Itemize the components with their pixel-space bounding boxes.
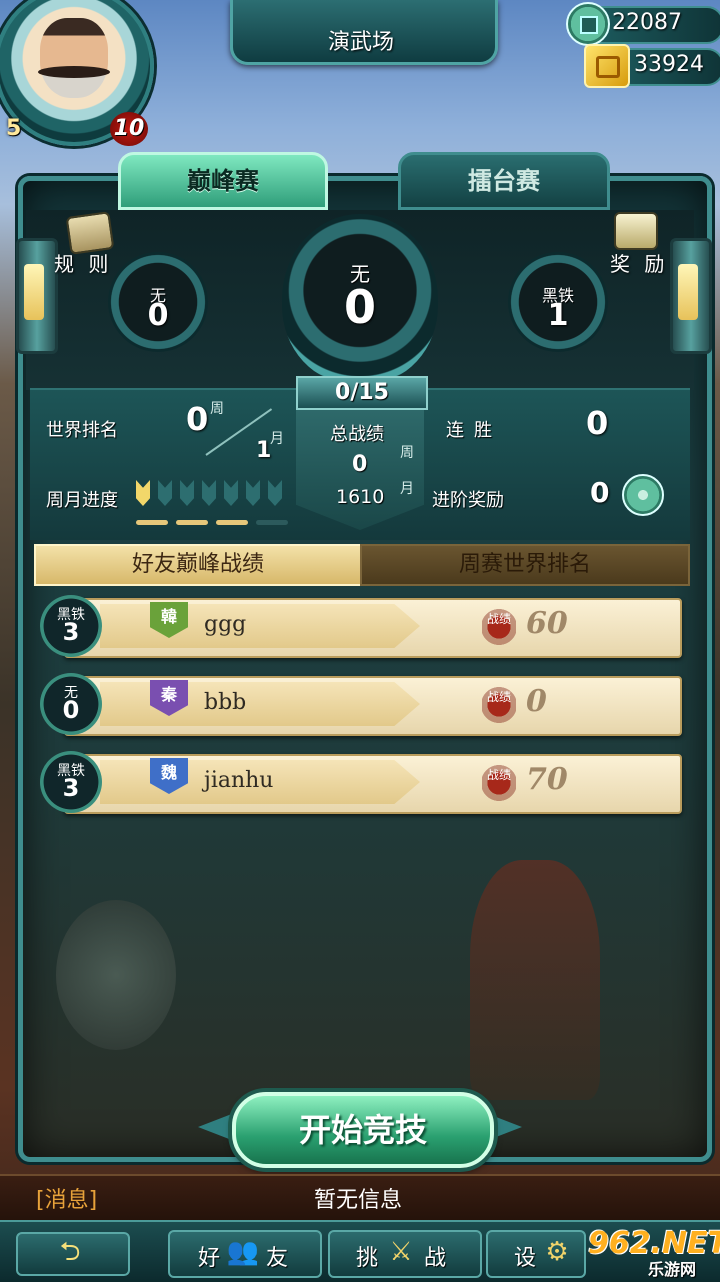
back-arrow-icon[interactable]: ⮌ — [30, 1238, 110, 1266]
progress-bar-segment — [216, 520, 248, 525]
avatar-portrait — [40, 18, 108, 98]
lantern-right-light — [678, 264, 698, 320]
tab-peak-match[interactable]: 巅峰赛 — [118, 152, 328, 210]
warrior-art — [470, 860, 600, 1100]
lantern-left-light — [24, 264, 44, 320]
advance-reward-value: 0 — [590, 476, 610, 509]
gold-value: 33924 — [634, 52, 704, 77]
vip-badge: 10 — [110, 112, 148, 146]
gear-icon[interactable]: ⚙ — [540, 1236, 574, 1268]
challenge-label-left[interactable]: 挑 — [356, 1240, 378, 1272]
tab-arena-match[interactable]: 擂台赛 — [398, 152, 610, 210]
friend-name: jianhu — [204, 768, 274, 793]
next-rank-value: 1 — [547, 298, 569, 333]
reward-button-label[interactable]: 奖 励 — [610, 248, 668, 277]
coin-icon[interactable] — [622, 474, 664, 516]
monthly-progress-label: 周月进度 — [46, 490, 118, 511]
record-stamp-text: 战绩 — [486, 612, 511, 626]
total-record-label: 总战绩 — [330, 424, 384, 445]
watermark-subtitle: 乐游网 — [648, 1260, 697, 1279]
month-tag: 月 — [270, 431, 284, 447]
friend-record: 60 — [526, 606, 568, 641]
row-name-banner — [100, 682, 420, 726]
win-streak-label: 连胜 — [446, 420, 502, 441]
friend-name: ggg — [204, 612, 247, 637]
row-rank-value: 0 — [62, 696, 80, 724]
coin-hole — [580, 16, 598, 34]
week-tag: 周 — [400, 445, 414, 461]
row-name-banner — [100, 604, 420, 648]
rank-progress: 0/15 — [296, 376, 428, 410]
shield-art — [56, 900, 176, 1050]
total-record-month-value: 1610 — [336, 486, 385, 508]
progress-bar-segment — [136, 520, 168, 525]
friend-record: 70 — [526, 762, 568, 797]
settings-label-left[interactable]: 设 — [514, 1240, 536, 1272]
gold-ingot-mark — [596, 56, 620, 78]
coin-value: 22087 — [612, 10, 682, 35]
total-record-week-value: 0 — [352, 452, 368, 477]
friend-name: bbb — [204, 690, 247, 715]
tab-friends-record[interactable]: 好友巅峰战绩 — [34, 544, 362, 586]
friends-icon[interactable]: 👥 — [226, 1236, 260, 1268]
row-rank-value: 3 — [62, 774, 80, 802]
record-stamp-text: 战绩 — [486, 690, 511, 704]
tab-weekly-world-rank[interactable]: 周赛世界排名 — [360, 544, 690, 586]
progress-bar-segment — [256, 520, 288, 525]
page-title: 演武场 — [327, 30, 394, 55]
rules-button-label[interactable]: 规 则 — [54, 248, 112, 277]
message-label: [消息] — [36, 1188, 98, 1213]
challenge-label-right[interactable]: 战 — [424, 1240, 446, 1272]
friends-label-left[interactable]: 好 — [198, 1240, 220, 1272]
advance-reward-label: 进阶奖励 — [432, 490, 504, 511]
current-rank-value: 0 — [343, 280, 376, 334]
month-tag: 月 — [400, 481, 414, 497]
week-tag: 周 — [210, 401, 224, 417]
crossed-swords-icon[interactable]: ⚔ — [384, 1236, 418, 1268]
win-streak-value: 0 — [586, 404, 609, 442]
avatar-mustache — [38, 66, 110, 78]
previous-rank-value: 0 — [147, 298, 169, 333]
start-match-button[interactable]: 开始竞技 — [232, 1092, 494, 1168]
friend-record: 0 — [526, 684, 547, 719]
world-rank-label: 世界排名 — [46, 420, 118, 441]
world-rank-week-value: 0 — [186, 400, 209, 438]
friends-label-right[interactable]: 友 — [266, 1240, 288, 1272]
progress-bar-segment — [176, 520, 208, 525]
player-level: 5 — [6, 116, 22, 141]
row-rank-value: 3 — [62, 618, 80, 646]
message-text: 暂无信息 — [314, 1188, 403, 1213]
record-stamp-text: 战绩 — [486, 768, 511, 782]
reward-chest-icon[interactable] — [614, 212, 658, 250]
